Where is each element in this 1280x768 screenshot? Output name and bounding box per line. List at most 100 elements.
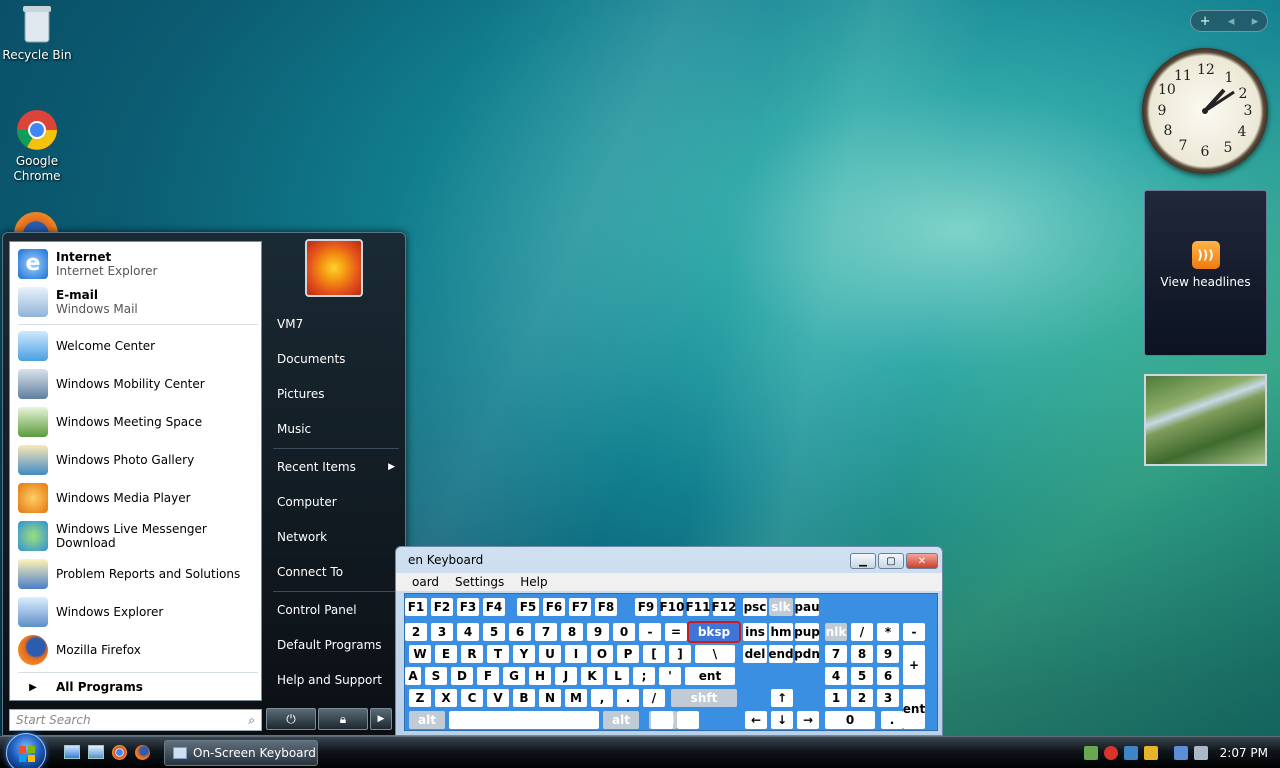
key-bksp[interactable]: bksp <box>687 621 741 643</box>
key-x[interactable]: [ <box>643 645 665 663</box>
key-x[interactable]: . <box>881 711 903 729</box>
key-x[interactable]: ; <box>633 667 655 685</box>
program-meeting-space[interactable]: Windows Meeting Space <box>14 404 259 440</box>
key-f1[interactable]: F1 <box>405 598 427 616</box>
program-windows-explorer[interactable]: Windows Explorer <box>14 594 259 630</box>
show-desktop-icon[interactable] <box>64 745 80 759</box>
close-button[interactable]: ✕ <box>906 553 938 569</box>
switch-windows-icon[interactable] <box>88 745 104 759</box>
key-y[interactable]: Y <box>513 645 535 663</box>
all-programs-button[interactable]: ▶ All Programs <box>14 674 259 700</box>
volume-muted-icon[interactable] <box>1193 746 1208 760</box>
key-f3[interactable]: F3 <box>457 598 479 616</box>
key-k[interactable]: K <box>581 667 603 685</box>
key-l[interactable]: L <box>607 667 629 685</box>
program-problem-reports[interactable]: Problem Reports and Solutions <box>14 556 259 592</box>
key-x[interactable]: ] <box>669 645 691 663</box>
key-v[interactable]: V <box>487 689 509 707</box>
desktop-icon-chrome[interactable]: Google Chrome <box>2 108 72 184</box>
pinned-email[interactable]: E-mail Windows Mail <box>14 284 259 320</box>
key-pup[interactable]: pup <box>794 623 820 641</box>
key-3[interactable]: 3 <box>431 623 453 641</box>
display-tray-icon[interactable] <box>1173 746 1188 760</box>
key-x[interactable]: = <box>665 623 687 641</box>
key-8[interactable]: 8 <box>561 623 583 641</box>
key-h[interactable]: H <box>529 667 551 685</box>
key-ent[interactable]: ent <box>903 689 925 729</box>
power-icon[interactable]: ⏻ <box>266 708 316 730</box>
key-del[interactable]: del <box>743 645 767 663</box>
key-ent[interactable]: ent <box>685 667 735 685</box>
key-x[interactable]: . <box>617 689 639 707</box>
key-t[interactable]: T <box>487 645 509 663</box>
key-pau[interactable]: pau <box>794 598 820 616</box>
key-slk[interactable]: slk <box>769 598 793 616</box>
menu-settings[interactable]: Settings <box>455 575 504 589</box>
taskbar-button-osk[interactable]: On-Screen Keyboard <box>164 740 318 766</box>
right-link-control-panel[interactable]: Control Panel <box>273 595 401 625</box>
key-f8[interactable]: F8 <box>595 598 617 616</box>
key-x[interactable]: X <box>435 689 457 707</box>
clock-time[interactable]: 2:07 PM <box>1220 746 1268 760</box>
key-9[interactable]: 9 <box>587 623 609 641</box>
firefox-quicklaunch-icon[interactable] <box>135 745 150 760</box>
key-s[interactable]: S <box>425 667 447 685</box>
key-f4[interactable]: F4 <box>483 598 505 616</box>
key-f11[interactable]: F11 <box>686 598 710 616</box>
key-e[interactable]: E <box>435 645 457 663</box>
network-tray-icon[interactable] <box>1083 746 1098 760</box>
key-9[interactable]: 9 <box>877 645 899 663</box>
slideshow-gadget[interactable] <box>1144 374 1267 466</box>
right-link-recent-items[interactable]: Recent Items ▶ <box>273 452 401 482</box>
key-x[interactable]: \ <box>695 645 735 663</box>
key-w[interactable]: W <box>409 645 431 663</box>
key-8[interactable]: 8 <box>851 645 873 663</box>
minimize-button[interactable]: ▁ <box>850 553 876 569</box>
security-alert-icon[interactable] <box>1103 746 1118 760</box>
key-i[interactable]: I <box>565 645 587 663</box>
menu-key-icon[interactable] <box>677 711 699 729</box>
key-shft[interactable]: shft <box>671 689 737 707</box>
update-tray-icon[interactable] <box>1143 746 1158 760</box>
key-f5[interactable]: F5 <box>517 598 539 616</box>
key-u[interactable]: U <box>539 645 561 663</box>
key-f12[interactable]: F12 <box>712 598 736 616</box>
firefox-desktop-icon[interactable] <box>14 212 58 234</box>
program-live-messenger[interactable]: Windows Live Messenger Download <box>14 518 259 554</box>
key-5[interactable]: 5 <box>851 667 873 685</box>
key-f10[interactable]: F10 <box>660 598 684 616</box>
key-f9[interactable]: F9 <box>635 598 657 616</box>
program-mobility-center[interactable]: Windows Mobility Center <box>14 366 259 402</box>
key-5[interactable]: 5 <box>483 623 505 641</box>
key-c[interactable]: C <box>461 689 483 707</box>
user-picture[interactable] <box>305 239 363 297</box>
start-button[interactable] <box>6 733 46 768</box>
key-g[interactable]: G <box>503 667 525 685</box>
key-j[interactable]: J <box>555 667 577 685</box>
right-link-connect-to[interactable]: Connect To <box>273 557 401 587</box>
desktop-icon-recycle-bin[interactable]: Recycle Bin <box>2 2 72 63</box>
key-x[interactable]: - <box>903 623 925 641</box>
key-x[interactable]: → <box>797 711 819 729</box>
add-gadget-button[interactable]: + <box>1200 14 1211 29</box>
key-2[interactable]: 2 <box>405 623 427 641</box>
pinned-internet[interactable]: e Internet Internet Explorer <box>14 246 259 282</box>
key-a[interactable]: A <box>405 667 421 685</box>
right-link-documents[interactable]: Documents <box>273 344 401 374</box>
key-4[interactable]: 4 <box>457 623 479 641</box>
key-x[interactable]: ' <box>659 667 681 685</box>
program-media-player[interactable]: Windows Media Player <box>14 480 259 516</box>
key-4[interactable]: 4 <box>825 667 847 685</box>
key-2[interactable]: 2 <box>851 689 873 707</box>
key-1[interactable]: 1 <box>825 689 847 707</box>
key-x[interactable]: ← <box>745 711 767 729</box>
key-pdn[interactable]: pdn <box>794 645 820 663</box>
right-link-pictures[interactable]: Pictures <box>273 379 401 409</box>
key-d[interactable]: D <box>451 667 473 685</box>
key-m[interactable]: M <box>565 689 587 707</box>
maximize-button[interactable]: ▢ <box>878 553 904 569</box>
key-f7[interactable]: F7 <box>569 598 591 616</box>
key-x[interactable]: * <box>877 623 899 641</box>
key-7[interactable]: 7 <box>825 645 847 663</box>
key-x[interactable]: , <box>591 689 613 707</box>
